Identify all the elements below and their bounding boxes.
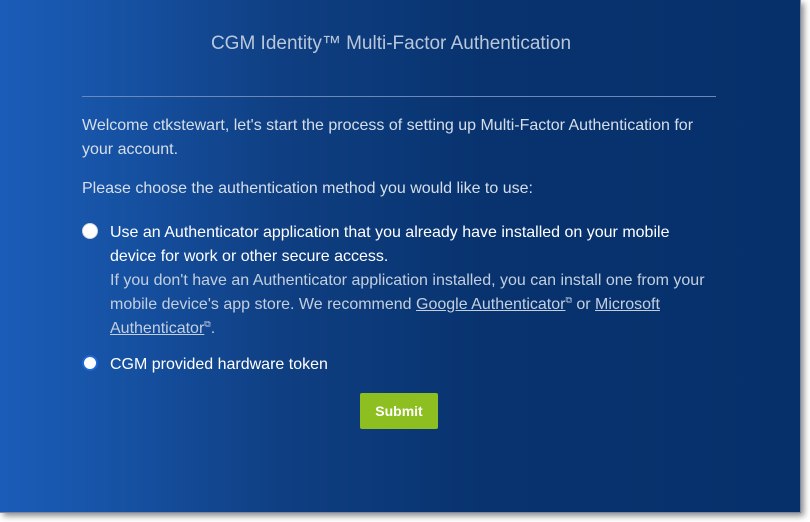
page-title: CGM Identity™ Multi-Factor Authenticatio…: [210, 33, 572, 54]
authenticator-app-label-line1: Use an Authenticator application that yo…: [110, 224, 670, 241]
mfa-setup-panel: CGM Identity™ Multi-Factor Authenticatio…: [0, 0, 801, 513]
title-divider: [82, 96, 716, 97]
authenticator-app-label-line2: device for work or other secure access.: [110, 248, 389, 265]
authenticator-app-body: Use an Authenticator application that yo…: [110, 221, 722, 341]
authenticator-app-label: Use an Authenticator application that yo…: [110, 221, 722, 269]
hardware-token-radio[interactable]: [82, 355, 98, 371]
hardware-token-body: CGM provided hardware token: [110, 353, 722, 377]
google-authenticator-link[interactable]: Google Authenticator: [416, 296, 565, 313]
welcome-text: Welcome ctkstewart, let's start the proc…: [82, 117, 694, 158]
authenticator-help-suffix: .: [210, 320, 216, 337]
submit-button[interactable]: Submit: [360, 393, 438, 429]
authenticator-app-help: If you don't have an Authenticator appli…: [110, 269, 722, 341]
authenticator-help-or: or: [571, 296, 596, 313]
authenticator-app-radio[interactable]: [82, 223, 98, 239]
choose-method-text: Please choose the authentication method …: [82, 180, 533, 197]
hardware-token-label: CGM provided hardware token: [110, 356, 328, 373]
